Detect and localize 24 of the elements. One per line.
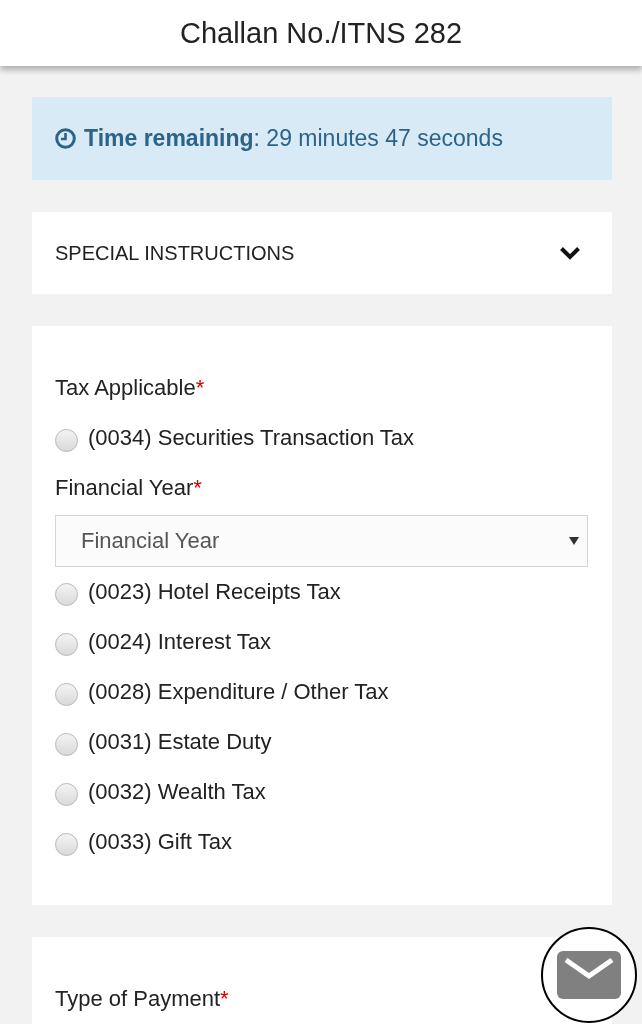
field-label: Financial Year* <box>55 475 202 501</box>
field-label: Tax Applicable* <box>55 375 205 401</box>
radio-button[interactable] <box>55 783 78 806</box>
option-label: (0031) Estate Duty <box>88 729 272 755</box>
special-instructions-toggle[interactable]: SPECIAL INSTRUCTIONS <box>32 212 612 294</box>
option-label: (0034) Securities Transaction Tax <box>88 425 415 451</box>
clock-icon <box>55 128 76 149</box>
option-label: (0028) Expenditure / Other Tax <box>88 679 389 705</box>
radio-button[interactable] <box>55 733 78 756</box>
field-label: Type of Payment* <box>55 986 229 1012</box>
option-label: (0032) Wealth Tax <box>88 779 266 805</box>
page-title: Challan No./ITNS 282 <box>179 16 463 50</box>
envelope-icon <box>557 951 621 999</box>
caret-icon <box>569 537 579 545</box>
timer-text: Time remaining: 29 minutes 47 seconds <box>84 125 503 152</box>
option-label: (0023) Hotel Receipts Tax <box>88 579 341 605</box>
select-field[interactable]: Financial Year <box>55 515 588 567</box>
radio-button[interactable] <box>55 429 78 452</box>
radio-button[interactable] <box>55 833 78 856</box>
radio-button[interactable] <box>55 583 78 606</box>
radio-button[interactable] <box>55 683 78 706</box>
radio-button[interactable] <box>55 633 78 656</box>
option-label: (0024) Interest Tax <box>88 629 272 655</box>
option-label: (0033) Gift Tax <box>88 829 232 855</box>
